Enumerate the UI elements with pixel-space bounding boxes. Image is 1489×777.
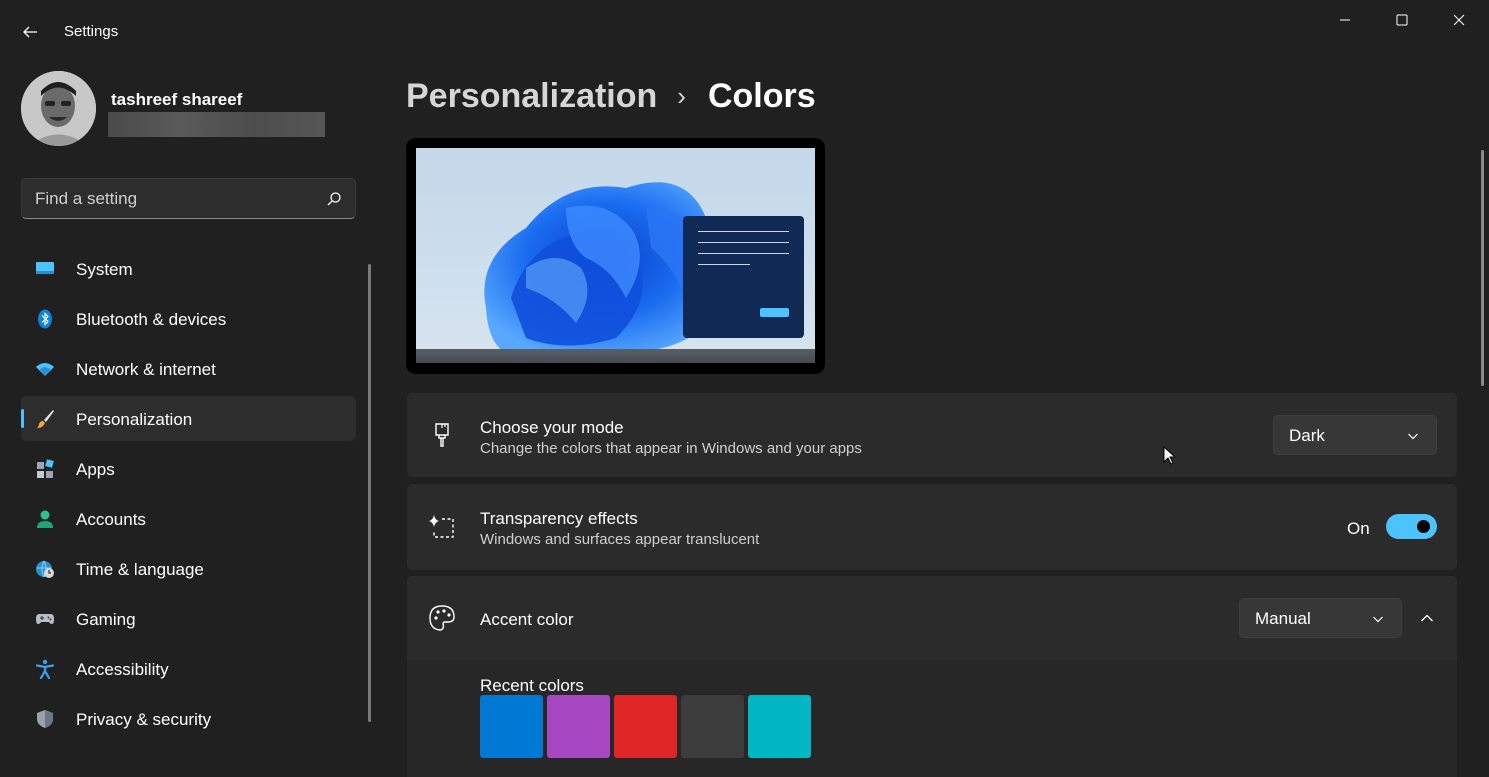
accent-dropdown-value: Manual [1255, 609, 1311, 628]
sidebar-item-bluetooth[interactable]: Bluetooth & devices [21, 296, 356, 341]
page-title: Colors [707, 76, 816, 115]
gamepad-icon [36, 614, 54, 624]
sidebar-scrollbar[interactable] [368, 264, 371, 722]
mode-card: Choose your mode Change the colors that … [407, 393, 1457, 477]
color-swatch[interactable] [748, 695, 811, 758]
settings-window: Settings tashreef shareef Find a setting… [0, 0, 1489, 777]
sidebar-item-gaming[interactable]: Gaming [21, 596, 356, 641]
paintbrush-icon [37, 410, 54, 428]
search-input[interactable] [35, 188, 315, 210]
sparkle-square-icon [429, 515, 454, 538]
preview-line [698, 231, 789, 232]
preview-desktop [416, 148, 815, 363]
app-title: Settings [64, 23, 119, 40]
bluetooth-icon [38, 309, 52, 329]
paintbrush-outline-icon [435, 423, 449, 447]
mode-dropdown[interactable]: Dark [1273, 415, 1437, 455]
back-button[interactable] [14, 16, 46, 48]
transparency-title: Transparency effects [480, 509, 638, 528]
mouse-cursor-icon [1163, 446, 1177, 465]
accent-dropdown[interactable]: Manual [1239, 598, 1402, 638]
back-arrow-icon [23, 26, 37, 38]
sidebar-item-privacy-security[interactable]: Privacy & security [21, 696, 356, 741]
maximize-button[interactable] [1373, 0, 1431, 40]
color-swatch[interactable] [614, 695, 677, 758]
system-icon [36, 262, 54, 274]
accessibility-icon [35, 659, 55, 679]
title-bar: Settings [0, 0, 1489, 62]
sidebar-item-accounts[interactable]: Accounts [21, 496, 356, 541]
preview-line [698, 242, 789, 243]
palette-icon [429, 605, 455, 631]
breadcrumb-separator: › [677, 80, 686, 111]
accent-title: Accent color [480, 610, 574, 629]
sidebar-item-apps[interactable]: Apps [21, 446, 356, 491]
mode-dropdown-value: Dark [1289, 426, 1325, 445]
breadcrumb-parent[interactable]: Personalization [406, 77, 657, 116]
accounts-icon [37, 510, 53, 528]
preview-taskbar [416, 349, 815, 363]
sidebar-item-label: Apps [76, 460, 115, 479]
mode-title: Choose your mode [480, 418, 624, 437]
sidebar-item-label: System [76, 260, 133, 279]
sidebar-item-label: Accessibility [76, 660, 169, 679]
sidebar-item-label: Network & internet [76, 360, 216, 379]
transparency-description: Windows and surfaces appear translucent [480, 531, 760, 548]
avatar[interactable] [21, 71, 96, 146]
apps-icon [37, 459, 54, 478]
sidebar-item-time-language[interactable]: Time & language [21, 546, 356, 591]
sidebar-item-personalization[interactable]: Personalization [21, 396, 356, 441]
sidebar-item-system[interactable]: System [21, 246, 356, 291]
color-swatch[interactable] [681, 695, 744, 758]
preview-line [698, 253, 789, 254]
sidebar-item-label: Time & language [76, 560, 204, 579]
chevron-up-icon[interactable] [1420, 611, 1434, 625]
globe-clock-icon [36, 560, 54, 578]
sidebar-item-label: Bluetooth & devices [76, 310, 227, 329]
color-swatch[interactable] [480, 695, 543, 758]
sidebar-item-network[interactable]: Network & internet [21, 346, 356, 391]
transparency-state-label: On [1347, 519, 1370, 538]
sidebar-nav: System Bluetooth & devices Network & int… [21, 246, 356, 746]
sidebar-item-label: Privacy & security [76, 710, 212, 729]
sidebar-item-label: Personalization [76, 410, 193, 429]
user-name: tashreef shareef [111, 90, 243, 109]
recent-colors-label: Recent colors [480, 676, 584, 695]
toggle-knob [1417, 520, 1430, 533]
breadcrumb: Personalization › Colors [406, 74, 816, 118]
search-box[interactable] [21, 178, 356, 219]
sidebar-item-label: Accounts [76, 510, 146, 529]
transparency-card: Transparency effects Windows and surface… [407, 484, 1457, 570]
transparency-toggle[interactable] [1386, 514, 1437, 539]
sidebar-item-label: Gaming [76, 610, 136, 629]
minimize-button[interactable] [1316, 0, 1374, 40]
preview-line [698, 264, 750, 265]
shield-icon [37, 710, 53, 728]
accent-card: Accent color Manual [407, 576, 1457, 660]
accent-expanded-section: Recent colors [407, 660, 1457, 777]
recent-colors [480, 695, 811, 758]
chevron-down-icon [1408, 433, 1418, 440]
close-button[interactable] [1430, 0, 1488, 40]
preview-accent-button [760, 308, 789, 317]
preview-window [683, 216, 804, 338]
search-icon[interactable] [326, 191, 342, 207]
mode-description: Change the colors that appear in Windows… [480, 440, 862, 457]
minimize-icon [1340, 19, 1350, 21]
theme-preview [406, 138, 825, 374]
wifi-icon [36, 363, 54, 376]
maximize-icon [1396, 14, 1408, 26]
user-email-redacted [108, 112, 325, 137]
sidebar-item-accessibility[interactable]: Accessibility [21, 646, 356, 691]
close-icon [1453, 14, 1465, 26]
chevron-down-icon [1373, 616, 1383, 623]
avatar-photo [21, 71, 96, 146]
main-scrollbar[interactable] [1481, 150, 1484, 386]
color-swatch[interactable] [547, 695, 610, 758]
